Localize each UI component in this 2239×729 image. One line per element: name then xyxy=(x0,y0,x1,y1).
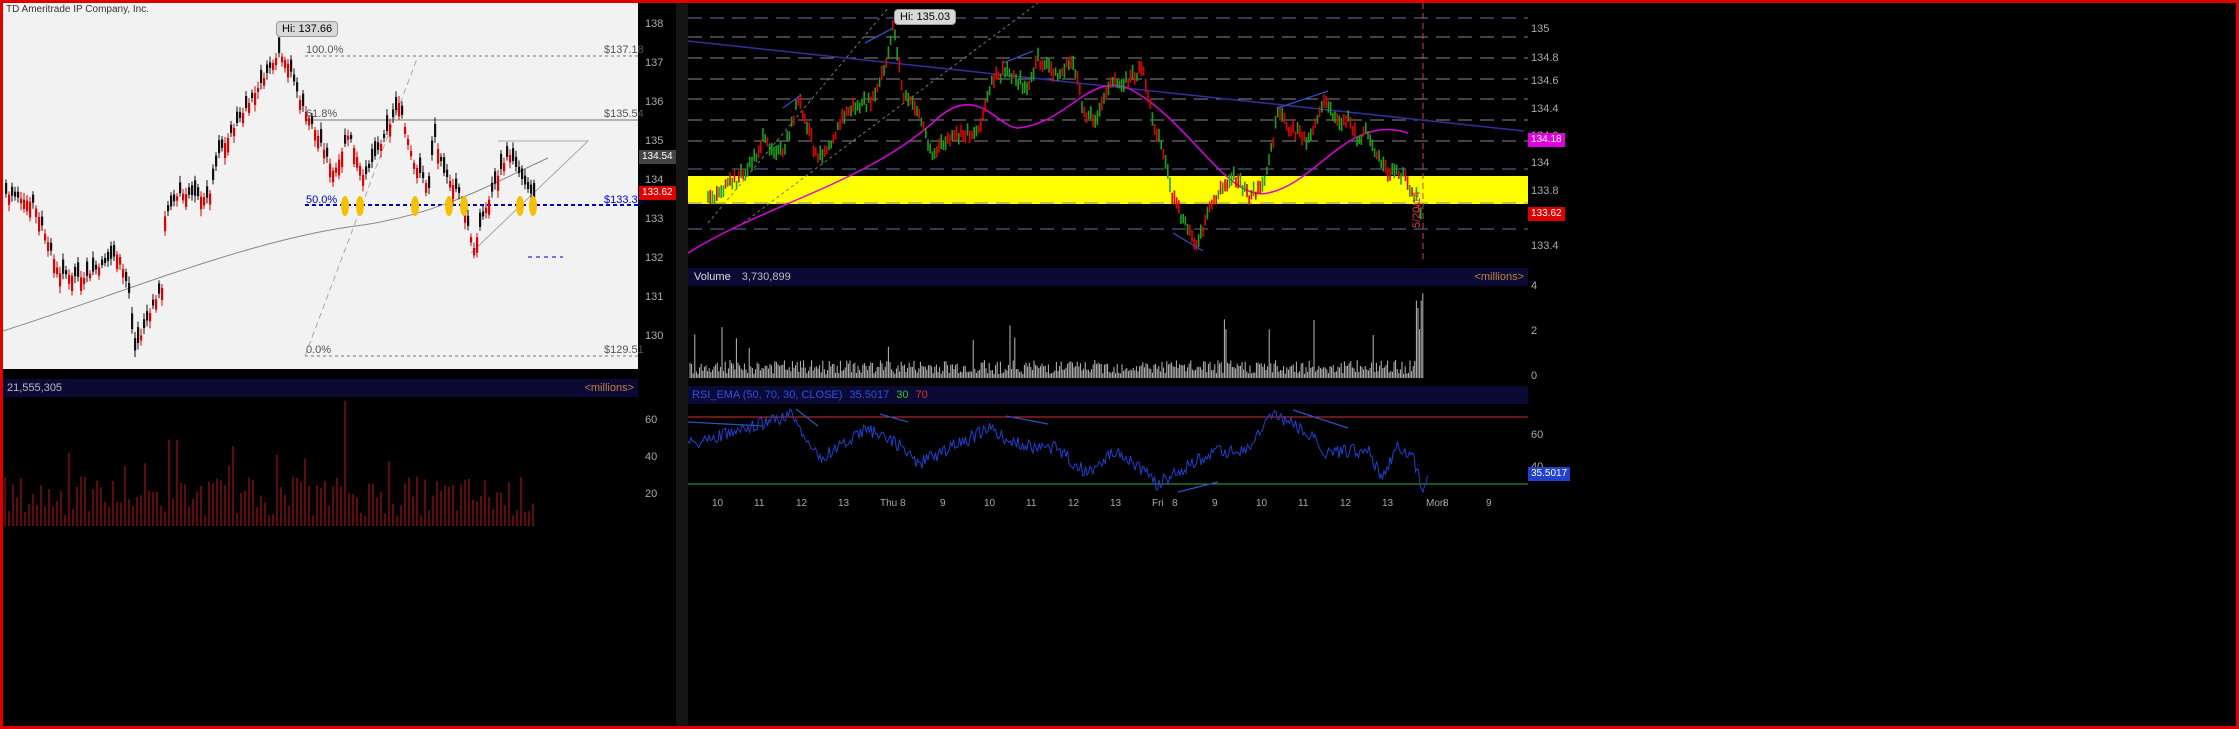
window-frame xyxy=(0,0,2239,729)
